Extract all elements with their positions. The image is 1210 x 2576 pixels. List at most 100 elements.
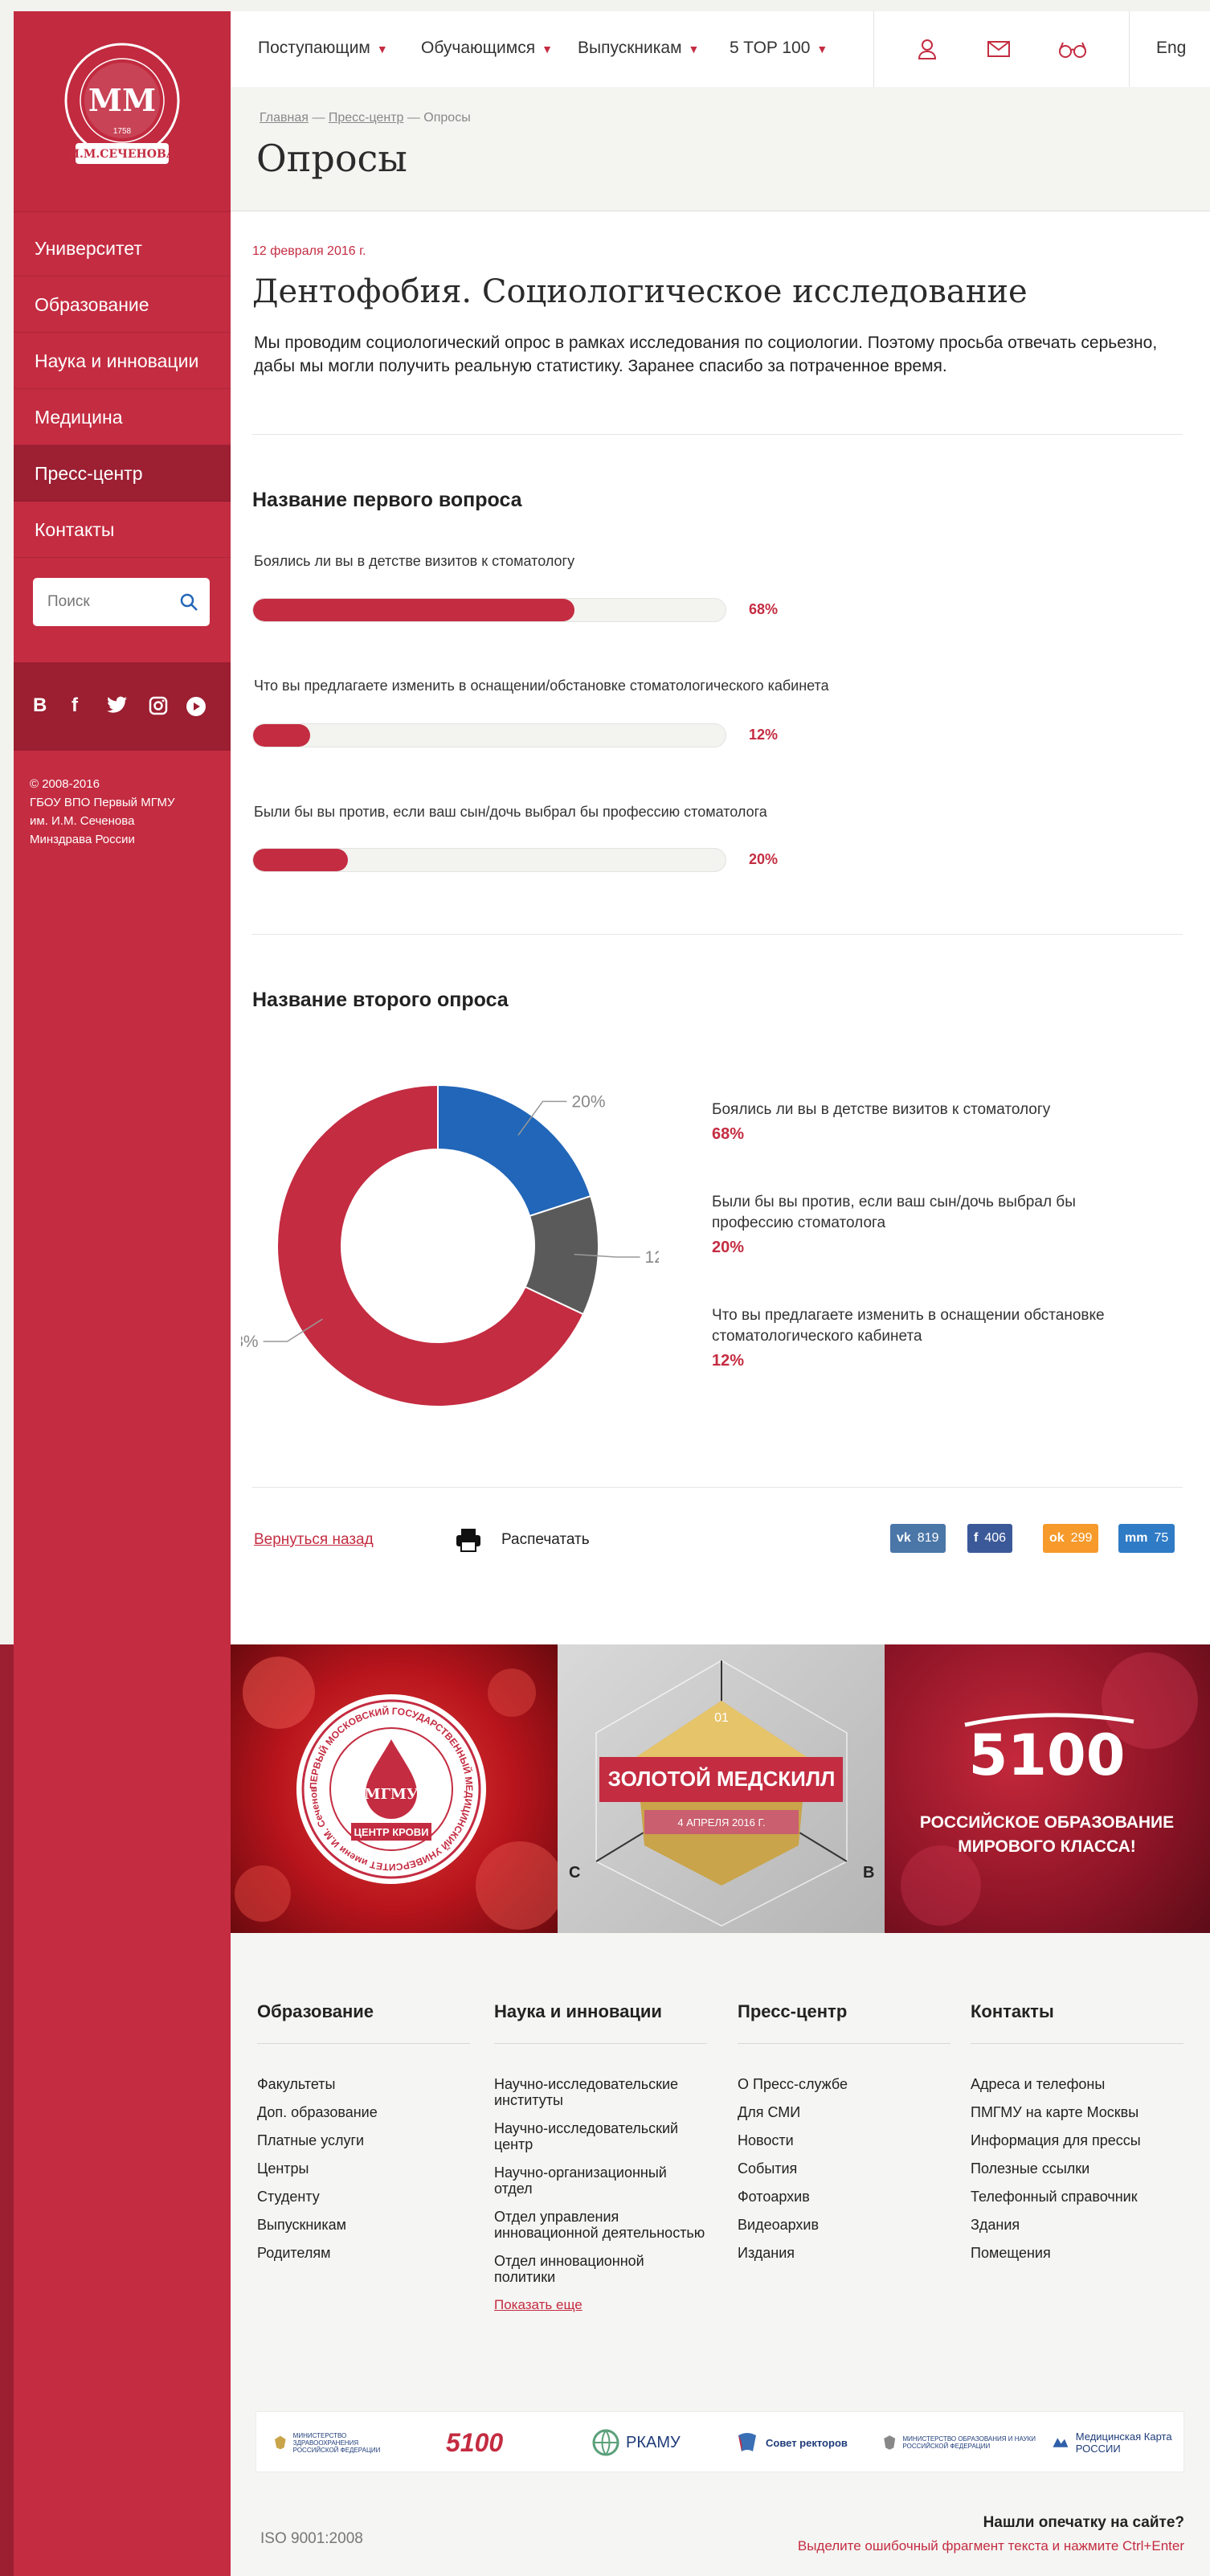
copyright-line: © 2008-2016 [30,777,100,791]
footer-link[interactable]: Новости [738,2132,950,2148]
copyright-line: Минздрава России [30,833,135,846]
print-icon[interactable] [455,1527,482,1553]
footer-link[interactable]: Отдел управления инновационной деятельно… [494,2209,707,2241]
twitter-icon[interactable] [107,696,128,714]
footer-link[interactable]: Центры [257,2160,470,2177]
svg-text:РОССИЙСКОЕ ОБРАЗОВАНИЕ: РОССИЙСКОЕ ОБРАЗОВАНИЕ [920,1812,1174,1832]
footer-link[interactable]: Фотоархив [738,2189,950,2205]
partner-logo[interactable]: Медицинская Карта РОССИИ [1052,2427,1180,2459]
footer-link[interactable]: Информация для прессы [971,2132,1183,2148]
share-ok-button[interactable]: ok 299 [1043,1524,1099,1553]
mail-icon[interactable] [987,41,1010,57]
footer-link[interactable]: Факультеты [257,2076,470,2092]
footer-link[interactable]: Видеоархив [738,2217,950,2233]
footer-link[interactable]: Научно-исследовательские институты [494,2076,707,2108]
back-link[interactable]: Вернуться назад [254,1531,374,1549]
vk-icon: vk [897,1531,911,1545]
svg-text:ММ: ММ [88,82,156,118]
footer-link[interactable]: Телефонный справочник [971,2189,1183,2205]
sidebar-item-education[interactable]: Образование [14,276,231,333]
chevron-down-icon: ▼ [376,43,388,55]
progress-bar [252,848,726,872]
progress-bar-fill [253,724,310,747]
language-switch[interactable]: Eng [1156,39,1186,58]
sidebar-item-press-center[interactable]: Пресс-центр [14,445,231,502]
facebook-icon[interactable]: f [72,694,78,717]
article-date: 12 февраля 2016 г. [252,244,366,258]
footer-link[interactable]: Помещения [971,2245,1183,2261]
footer-column-education: Образование Факультеты Доп. образование … [257,2001,470,2273]
progress-percent: 68% [749,601,779,617]
search-input[interactable] [33,578,161,626]
divider [1129,11,1130,87]
progress-percent: 12% [749,727,779,743]
footer-link[interactable]: Студенту [257,2189,470,2205]
svg-text:B: B [863,1864,874,1882]
svg-text:ЗОЛОТОЙ МЕДСКИЛЛ: ЗОЛОТОЙ МЕДСКИЛЛ [608,1767,836,1791]
footer-link[interactable]: Родителям [257,2245,470,2261]
page-title: Опросы [256,137,407,180]
footer-link[interactable]: Полезные ссылки [971,2160,1183,2177]
divider [873,11,874,87]
donut-slice-label: 68% [241,1333,259,1351]
progress-bar-fill [253,599,574,621]
show-more-link[interactable]: Показать еще [494,2297,583,2312]
topnav-5top100[interactable]: 5 TOP 100 ▼ [730,39,828,58]
typo-report-question: Нашли опечатку на сайте? [983,2514,1184,2531]
breadcrumb-separator: — [407,111,420,125]
vk-icon[interactable]: В [33,694,47,717]
banner-golden-medskill[interactable]: 01 ЗОЛОТОЙ МЕДСКИЛЛ 4 АПРЕЛЯ 2016 Г. C B [558,1644,885,1933]
instagram-icon[interactable] [149,696,168,715]
partner-logo[interactable]: 5100 [446,2427,542,2459]
legend-label: Были бы вы против, если ваш сын/дочь выб… [712,1194,1076,1231]
sidebar-item-science[interactable]: Наука и инновации [14,333,231,389]
footer-link[interactable]: Отдел инновационной политики [494,2253,707,2285]
share-facebook-button[interactable]: f 406 [967,1524,1013,1553]
breadcrumb-home[interactable]: Главная [260,111,309,125]
footer-column-science: Наука и инновации Научно-исследовательск… [494,2001,707,2313]
topnav-students[interactable]: Обучающимся ▼ [421,39,553,58]
topnav-applicants[interactable]: Поступающим ▼ [258,39,388,58]
footer-link[interactable]: Платные услуги [257,2132,470,2148]
partner-logo[interactable]: МИНИСТЕРСТВО ОБРАЗОВАНИЯ И НАУКИ РОССИЙС… [883,2427,1044,2459]
legend-percent: 20% [712,1239,745,1256]
partner-logo[interactable]: Совет ректоров [735,2427,864,2459]
breadcrumb-press[interactable]: Пресс-центр [329,111,404,125]
share-vk-button[interactable]: vk 819 [890,1524,946,1553]
sidebar-item-contacts[interactable]: Контакты [14,502,231,558]
chart-legend-item: Были бы вы против, если ваш сын/дочь выб… [712,1192,1106,1257]
search-icon[interactable] [179,592,198,612]
partner-logo[interactable]: РКАМУ [592,2427,713,2459]
copyright-line: ГБОУ ВПО Первый МГМУ [30,796,175,809]
footer-column-contacts: Контакты Адреса и телефоны ПМГМУ на карт… [971,2001,1183,2273]
page-header: Главная — Пресс-центр — Опросы Опросы [231,87,1210,211]
sidebar-item-university[interactable]: Университет [14,220,231,276]
footer-link[interactable]: Научно-исследовательский центр [494,2120,707,2152]
donut-slice [437,1083,592,1218]
print-button[interactable]: Распечатать [501,1531,590,1549]
banner-blood-center[interactable]: ПЕРВЫЙ МОСКОВСКИЙ ГОСУДАРСТВЕННЫЙ МЕДИЦИ… [231,1644,558,1933]
partners-strip: МИНИСТЕРСТВО ЗДРАВООХРАНЕНИЯ РОССИЙСКОЙ … [255,2411,1184,2472]
footer-link[interactable]: Здания [971,2217,1183,2233]
user-icon[interactable] [918,39,937,59]
sidebar-item-medicine[interactable]: Медицина [14,389,231,445]
glasses-icon[interactable] [1058,40,1087,58]
footer-link[interactable]: ПМГМУ на карте Москвы [971,2104,1183,2120]
banner-5-100[interactable]: 5100 РОССИЙСКОЕ ОБРАЗОВАНИЕ МИРОВОГО КЛА… [885,1644,1210,1933]
youtube-icon[interactable] [186,696,206,717]
footer-link[interactable]: Доп. образование [257,2104,470,2120]
footer-link[interactable]: Адреса и телефоны [971,2076,1183,2092]
share-mailru-button[interactable]: mm 75 [1118,1524,1175,1553]
footer-link[interactable]: Научно-организационный отдел [494,2164,707,2197]
university-logo[interactable]: ММ 1758 И.М.СЕЧЕНОВА [58,40,186,177]
divider [252,934,1183,935]
progress-bar [252,723,726,747]
logo-area: ММ 1758 И.М.СЕЧЕНОВА [14,11,231,212]
footer-link[interactable]: О Пресс-службе [738,2076,950,2092]
footer-link[interactable]: Для СМИ [738,2104,950,2120]
footer-link[interactable]: Издания [738,2245,950,2261]
footer-link[interactable]: Выпускникам [257,2217,470,2233]
footer-link[interactable]: События [738,2160,950,2177]
partner-logo[interactable]: МИНИСТЕРСТВО ЗДРАВООХРАНЕНИЯ РОССИЙСКОЙ … [274,2427,403,2459]
topnav-graduates[interactable]: Выпускникам ▼ [578,39,699,58]
